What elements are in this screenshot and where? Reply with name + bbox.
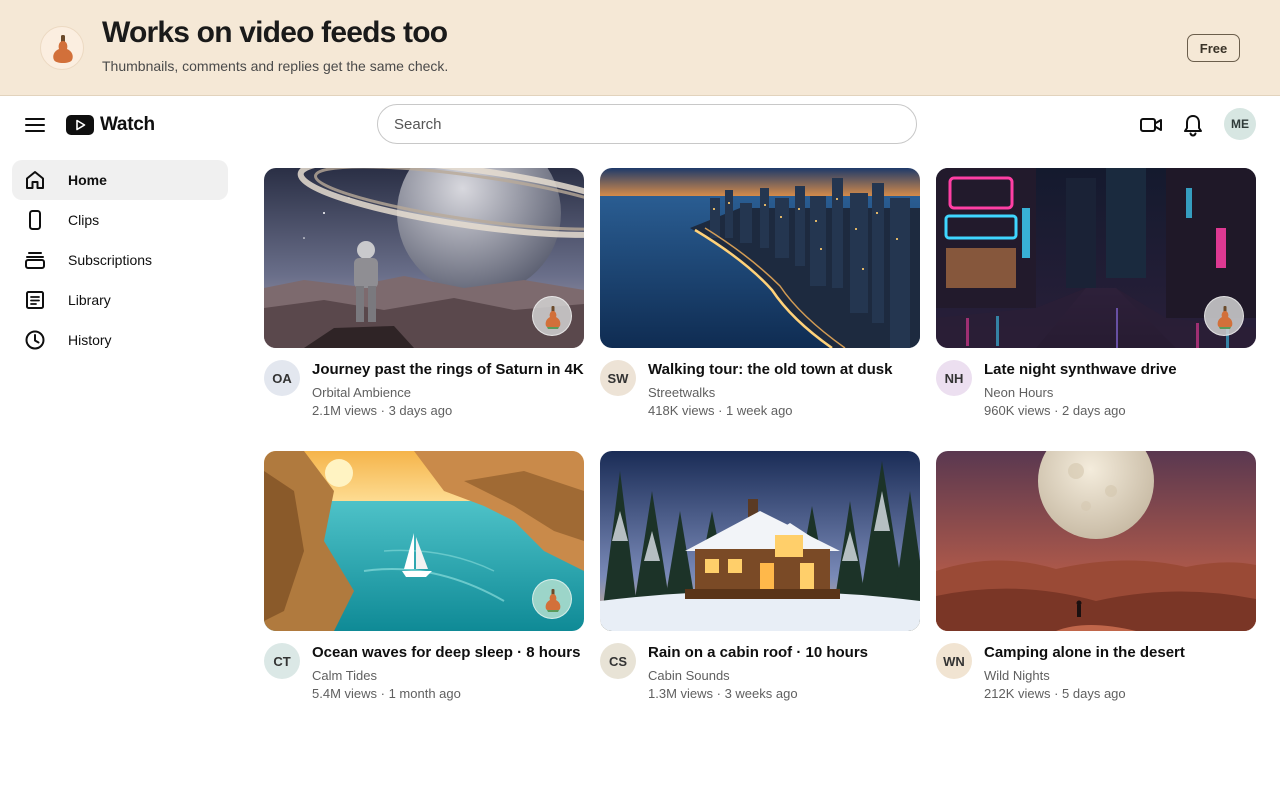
sidebar: Home Clips Subscriptions Library History — [12, 160, 228, 360]
video-title[interactable]: Walking tour: the old town at dusk — [648, 361, 892, 378]
gourd-logo-icon — [40, 26, 84, 70]
channel-avatar[interactable]: WN — [936, 643, 972, 679]
sidebar-item-label: Library — [68, 292, 111, 308]
search-input[interactable] — [377, 104, 917, 144]
video-stats: 212K views · 5 days ago — [984, 686, 1126, 701]
sidebar-item-subscriptions[interactable]: Subscriptions — [12, 240, 228, 280]
sidebar-item-library[interactable]: Library — [12, 280, 228, 320]
video-thumbnail[interactable] — [936, 168, 1256, 348]
play-logo-icon — [66, 115, 94, 135]
thumbnail-image — [936, 451, 1256, 631]
menu-icon[interactable] — [22, 112, 48, 138]
sidebar-item-label: Home — [68, 172, 107, 188]
video-stats: 418K views · 1 week ago — [648, 403, 793, 418]
video-card[interactable]: SW Walking tour: the old town at dusk St… — [600, 168, 920, 430]
video-stats: 1.3M views · 3 weeks ago — [648, 686, 798, 701]
video-thumbnail[interactable] — [600, 451, 920, 631]
video-thumbnail[interactable] — [600, 168, 920, 348]
video-card[interactable]: CS Rain on a cabin roof · 10 hours Cabin… — [600, 451, 920, 713]
library-icon — [24, 289, 46, 311]
sidebar-item-label: Subscriptions — [68, 252, 153, 268]
video-card[interactable]: OA Journey past the rings of Saturn in 4… — [264, 168, 584, 430]
sidebar-item-home[interactable]: Home — [12, 160, 228, 200]
home-icon — [24, 169, 46, 191]
video-stats: 2.1M views · 3 days ago — [312, 403, 453, 418]
channel-avatar[interactable]: SW — [600, 360, 636, 396]
channel-name[interactable]: Wild Nights — [984, 668, 1050, 683]
channel-name[interactable]: Neon Hours — [984, 385, 1053, 400]
video-title[interactable]: Late night synthwave drive — [984, 361, 1177, 378]
clock-icon — [24, 329, 46, 351]
video-card[interactable]: CT Ocean waves for deep sleep · 8 hours … — [264, 451, 584, 713]
sidebar-item-label: Clips — [68, 212, 100, 228]
phone-icon — [24, 209, 46, 231]
video-thumbnail[interactable] — [264, 168, 584, 348]
free-button[interactable]: Free — [1187, 34, 1240, 62]
video-title[interactable]: Ocean waves for deep sleep · 8 hours — [312, 644, 580, 661]
banner-subtitle: Thumbnails, comments and replies get the… — [102, 58, 449, 74]
video-title[interactable]: Camping alone in the desert — [984, 644, 1185, 661]
channel-avatar[interactable]: CT — [264, 643, 300, 679]
channel-avatar[interactable]: OA — [264, 360, 300, 396]
user-avatar[interactable]: ME — [1224, 108, 1256, 140]
video-stats: 5.4M views · 1 month ago — [312, 686, 461, 701]
bell-icon[interactable] — [1180, 112, 1206, 138]
promo-banner: Works on video feeds too Thumbnails, com… — [0, 0, 1280, 96]
subscriptions-icon — [24, 249, 46, 271]
brand-name: Watch — [100, 114, 155, 135]
video-card[interactable]: WN Camping alone in the desert Wild Nigh… — [936, 451, 1256, 713]
channel-avatar[interactable]: CS — [600, 643, 636, 679]
video-camera-icon[interactable] — [1138, 112, 1164, 138]
channel-name[interactable]: Cabin Sounds — [648, 668, 730, 683]
video-card[interactable]: NH Late night synthwave drive Neon Hours… — [936, 168, 1256, 430]
gourd-badge-icon — [1204, 296, 1244, 336]
channel-avatar[interactable]: NH — [936, 360, 972, 396]
sidebar-item-label: History — [68, 332, 112, 348]
channel-name[interactable]: Orbital Ambience — [312, 385, 411, 400]
channel-name[interactable]: Calm Tides — [312, 668, 377, 683]
video-thumbnail[interactable] — [936, 451, 1256, 631]
video-title[interactable]: Rain on a cabin roof · 10 hours — [648, 644, 868, 661]
banner-title: Works on video feeds too — [102, 16, 448, 49]
thumbnail-image — [600, 451, 920, 631]
gourd-badge-icon — [532, 296, 572, 336]
gourd-badge-icon — [532, 579, 572, 619]
sidebar-item-history[interactable]: History — [12, 320, 228, 360]
brand-logo[interactable]: Watch — [66, 114, 155, 136]
channel-name[interactable]: Streetwalks — [648, 385, 715, 400]
thumbnail-image — [600, 168, 920, 348]
sidebar-item-clips[interactable]: Clips — [12, 200, 228, 240]
video-title[interactable]: Journey past the rings of Saturn in 4K — [312, 361, 584, 378]
video-thumbnail[interactable] — [264, 451, 584, 631]
video-stats: 960K views · 2 days ago — [984, 403, 1126, 418]
